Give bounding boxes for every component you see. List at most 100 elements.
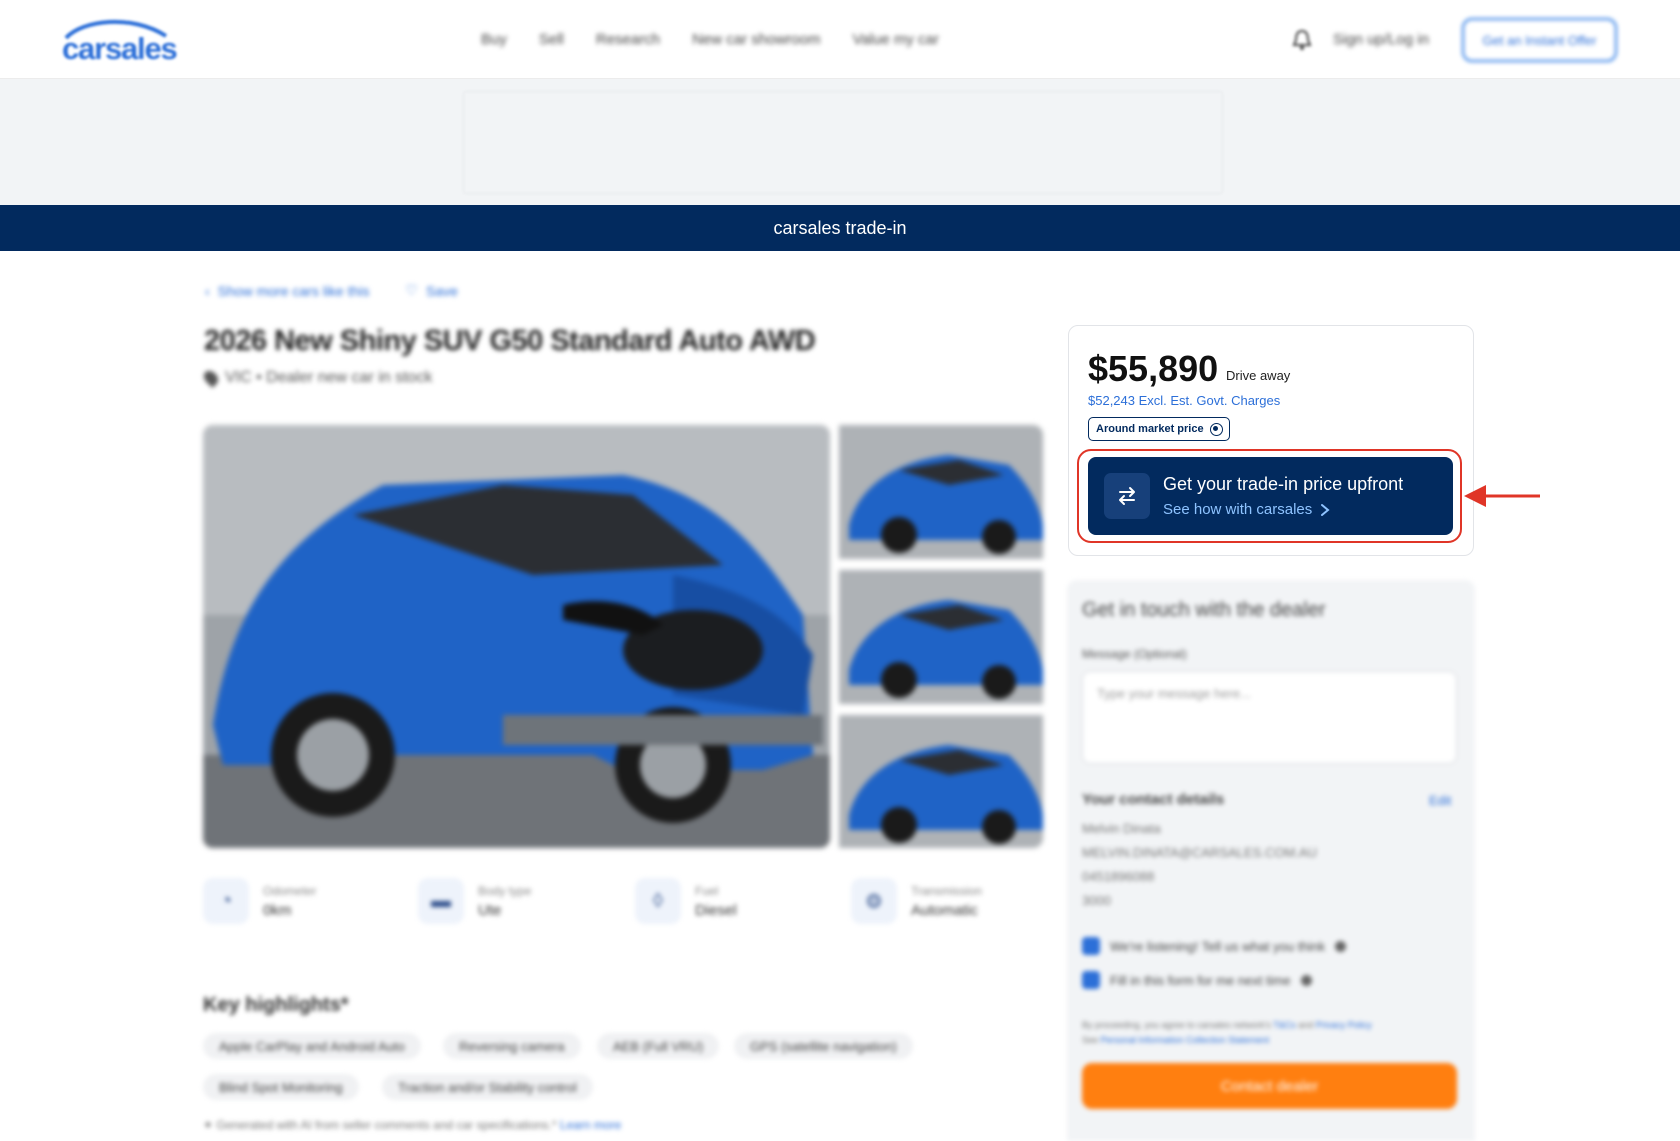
price-indicator-icon xyxy=(1209,422,1223,436)
market-price-badge-text: Around market price xyxy=(1096,423,1204,435)
nav-buy[interactable]: Buy xyxy=(481,31,507,48)
spec-value: Diesel xyxy=(695,901,737,919)
spec-fuel: ◊ Fuel Diesel xyxy=(635,878,737,924)
listing-title: 2026 New Shiny SUV G50 Standard Auto AWD xyxy=(204,325,816,357)
gearshift-icon: ⚙ xyxy=(851,878,897,924)
bell-icon[interactable] xyxy=(1292,29,1312,51)
ad-slot xyxy=(463,91,1223,194)
car-thumbnail-photo xyxy=(839,570,1043,704)
car-thumbnail-photo xyxy=(839,425,1043,559)
spec-label: Transmission xyxy=(911,883,982,898)
spec-label: Body type xyxy=(478,883,532,898)
breadcrumb: ‹ Show more cars like this ♡ Save xyxy=(205,282,458,299)
contact-name: Melvin Dinata xyxy=(1082,821,1161,836)
excl-govt-charges-link[interactable]: $52,243 Excl. Est. Govt. Charges xyxy=(1088,393,1280,408)
sign-up-login-link[interactable]: Sign up/Log in xyxy=(1333,31,1429,48)
contact-dealer-button[interactable]: Contact dealer xyxy=(1082,1063,1457,1109)
instant-offer-button[interactable]: Get an Instant Offer xyxy=(1462,18,1617,62)
feedback-checkbox[interactable]: We're listening! Tell us what you think xyxy=(1082,937,1347,955)
checkbox-label: Fill in this form for me next time xyxy=(1110,972,1291,988)
gallery-main-image[interactable] xyxy=(203,425,830,848)
highlight-chip: Apple CarPlay and Android Auto xyxy=(203,1033,421,1059)
carsales-logo[interactable]: carsales xyxy=(62,16,178,66)
message-input[interactable]: Type your message here... xyxy=(1082,671,1457,764)
highlight-chip: Reversing camera xyxy=(443,1033,581,1059)
privacy-policy-link[interactable]: Privacy Policy xyxy=(1316,1020,1372,1030)
price: $55,890 xyxy=(1088,348,1219,389)
contact-details-title: Your contact details xyxy=(1082,791,1225,808)
checkbox-label: We're listening! Tell us what you think xyxy=(1110,938,1326,954)
ai-note-text: Generated with AI from seller comments a… xyxy=(216,1118,557,1132)
location-text: VIC • Dealer new car in stock xyxy=(225,369,433,386)
spec-odometer: ◔ Odometer 0km xyxy=(203,878,316,924)
save-link[interactable]: Save xyxy=(426,283,458,299)
spec-label: Fuel xyxy=(695,883,719,898)
trade-in-cta-title: Get your trade-in price upfront xyxy=(1163,474,1404,494)
car-icon: ▬ xyxy=(418,878,464,924)
see-how-link[interactable]: See how with carsales xyxy=(1163,501,1312,518)
car-thumbnail-photo xyxy=(839,715,1043,848)
checkbox-checked-icon[interactable] xyxy=(1082,971,1100,989)
site-header: carsales Buy Sell Research New car showr… xyxy=(0,0,1680,79)
swap-arrows-icon xyxy=(1104,473,1150,519)
info-icon[interactable] xyxy=(1335,940,1347,952)
nav-research[interactable]: Research xyxy=(596,31,660,48)
gallery-thumbnail[interactable] xyxy=(839,715,1043,848)
legal-text: By proceeding, you agree to carsales net… xyxy=(1082,1018,1462,1048)
heart-icon: ♡ xyxy=(405,282,418,298)
listing-location: VIC • Dealer new car in stock xyxy=(201,368,433,388)
location-pin-icon xyxy=(201,368,221,388)
price-suffix: Drive away xyxy=(1226,368,1291,383)
legal-text-part: By proceeding, you agree to carsales net… xyxy=(1082,1020,1271,1030)
logo-wordmark: carsales xyxy=(62,31,178,66)
gauge-icon: ◔ xyxy=(203,878,249,924)
ai-generated-note: ✦ Generated with AI from seller comments… xyxy=(203,1118,621,1132)
edit-details-link[interactable]: Edit xyxy=(1429,793,1451,808)
trade-in-price-button[interactable]: Get your trade-in price upfront See how … xyxy=(1088,457,1453,535)
spec-label: Odometer xyxy=(263,883,317,898)
legal-text-part: See xyxy=(1082,1035,1099,1045)
highlight-chip: AEB (Full VRU) xyxy=(597,1033,720,1059)
nav-value-my-car[interactable]: Value my car xyxy=(852,31,938,48)
sparkle-icon: ✦ xyxy=(203,1118,214,1132)
ad-band xyxy=(0,79,1680,205)
trade-in-cta-subtitle: See how with carsales xyxy=(1163,501,1330,518)
spec-body-type: ▬ Body type Ute xyxy=(418,878,531,924)
info-icon[interactable] xyxy=(1300,974,1312,986)
message-label: Message (Optional) xyxy=(1082,647,1187,661)
spec-transmission: ⚙ Transmission Automatic xyxy=(851,878,982,924)
collection-statement-link[interactable]: Personal Information Collection Statemen… xyxy=(1101,1035,1270,1045)
highlight-chip: Traction and/or Stability control xyxy=(382,1074,593,1100)
checkbox-checked-icon[interactable] xyxy=(1082,937,1100,955)
gallery-thumbnail[interactable] xyxy=(839,570,1043,704)
car-photo xyxy=(203,425,830,848)
nav-sell[interactable]: Sell xyxy=(539,31,564,48)
gallery-thumbnail[interactable] xyxy=(839,425,1043,559)
specs-row: ◔ Odometer 0km ▬ Body type Ute ◊ Fuel Diese… xyxy=(203,878,1043,932)
contact-postcode: 3000 xyxy=(1082,893,1111,908)
contact-email: MELVIN.DINATA@CARSALES.COM.AU xyxy=(1082,845,1317,860)
legal-text-part: and xyxy=(1298,1020,1314,1030)
spec-value: 0km xyxy=(263,901,292,919)
chevron-right-icon xyxy=(1321,503,1330,516)
highlight-chip: Blind Spot Monitoring xyxy=(203,1074,359,1100)
spec-value: Automatic xyxy=(911,901,978,919)
tcs-link[interactable]: T&Cs xyxy=(1273,1020,1296,1030)
contact-dealer-panel: Get in touch with the dealer Message (Op… xyxy=(1067,580,1475,1141)
contact-phone: 0451896088 xyxy=(1082,869,1155,884)
nav-new-car-showroom[interactable]: New car showroom xyxy=(692,31,820,48)
fuel-drop-icon: ◊ xyxy=(635,878,681,924)
annotation-arrow-icon xyxy=(1464,485,1540,507)
market-price-badge[interactable]: Around market price xyxy=(1088,417,1230,441)
main-nav: Buy Sell Research New car showroom Value… xyxy=(481,31,971,48)
spec-value: Ute xyxy=(478,901,502,919)
trade-in-banner-text: carsales trade-in xyxy=(773,217,907,238)
trade-in-banner[interactable]: carsales trade-in xyxy=(0,205,1680,251)
show-more-link[interactable]: Show more cars like this xyxy=(218,283,370,299)
learn-more-link[interactable]: Learn more xyxy=(560,1118,621,1132)
highlight-chip: GPS (satellite navigation) xyxy=(734,1033,913,1059)
contact-title: Get in touch with the dealer xyxy=(1082,599,1326,621)
chevron-left-icon: ‹ xyxy=(205,282,210,299)
remember-form-checkbox[interactable]: Fill in this form for me next time xyxy=(1082,971,1312,989)
key-highlights-title: Key highlights* xyxy=(203,994,349,1016)
